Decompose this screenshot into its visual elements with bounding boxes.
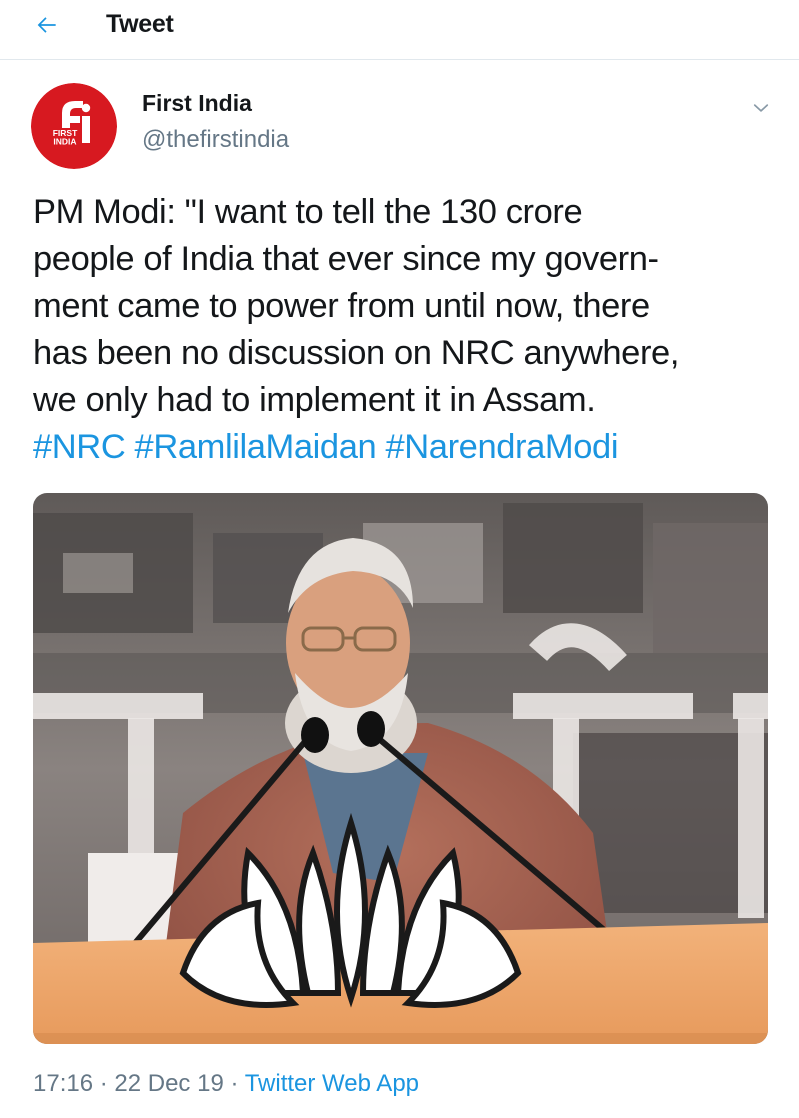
hashtag-ramlilamaidan[interactable]: #RamlilaMaidan (135, 428, 377, 466)
tweet-source-link[interactable]: Twitter Web App (245, 1070, 419, 1097)
photo-speaker-at-podium (33, 493, 768, 1044)
tweet-menu-button[interactable] (748, 95, 774, 121)
page-title: Tweet (106, 10, 174, 38)
tweet-text-line: people of India that ever since my gover… (33, 240, 659, 278)
avatar[interactable]: FIRST INDIA (31, 83, 117, 169)
author-handle[interactable]: @thefirstindia (142, 126, 289, 154)
top-bar: Tweet (0, 0, 799, 60)
tweet-text-line: has been no discussion on NRC anywhere, (33, 334, 680, 372)
hashtag-nrc[interactable]: #NRC (33, 428, 126, 466)
first-india-logo: FIRST INDIA (31, 83, 117, 169)
tweet-photo[interactable] (33, 493, 768, 1044)
author-name[interactable]: First India (142, 90, 252, 117)
arrow-left-icon (37, 17, 56, 33)
tweet-text: PM Modi: "I want to tell the 130 crore p… (33, 189, 773, 471)
tweet-meta: 17:16 · 22 Dec 19 · Twitter Web App (33, 1070, 419, 1098)
hashtag-row: #NRC #RamlilaMaidan #NarendraModi (33, 424, 773, 471)
chevron-down-icon (753, 104, 769, 112)
back-button[interactable] (30, 8, 64, 42)
tweet-text-line: ment came to power from until now, there (33, 287, 650, 325)
tweet-date: 22 Dec 19 (114, 1070, 224, 1097)
tweet-text-line: PM Modi: "I want to tell the 130 crore (33, 193, 583, 231)
tweet-time: 17:16 (33, 1070, 94, 1097)
tweet-text-line: we only had to implement it in Assam. (33, 381, 596, 419)
hashtag-narendramodi[interactable]: #NarendraModi (385, 428, 618, 466)
meta-separator: · (93, 1070, 115, 1097)
svg-text:INDIA: INDIA (53, 137, 76, 147)
meta-separator: · (223, 1070, 245, 1097)
